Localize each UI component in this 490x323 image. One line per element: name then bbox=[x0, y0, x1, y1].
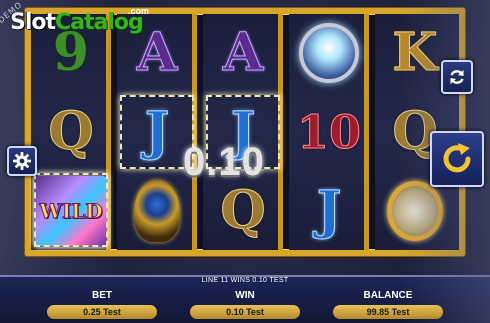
logo-word-slot: Slot bbox=[10, 10, 56, 35]
reel-symbol: 10 bbox=[289, 93, 369, 171]
win-label: WIN bbox=[235, 290, 255, 301]
bet-panel[interactable]: BET 0.25 Test bbox=[37, 290, 167, 319]
reel-symbol: J bbox=[289, 172, 369, 250]
reel-symbol: A bbox=[203, 14, 283, 92]
site-logo: SlotCatalog .com bbox=[10, 6, 149, 35]
reel-symbol bbox=[289, 14, 369, 92]
settings-button[interactable] bbox=[7, 146, 37, 176]
symbol-ten: 10 bbox=[296, 105, 361, 159]
bet-label: BET bbox=[92, 290, 112, 301]
bet-value[interactable]: 0.25 Test bbox=[47, 305, 157, 319]
win-highlight-box bbox=[34, 173, 108, 247]
peacock-feather-icon bbox=[134, 180, 180, 242]
slot-game-stage: DEMO SlotCatalog .com 9 Q WILD A J A J Q… bbox=[0, 0, 490, 323]
win-value: 0.10 Test bbox=[190, 305, 300, 319]
win-panel: WIN 0.10 Test bbox=[180, 290, 310, 319]
symbol-queen: Q bbox=[48, 101, 94, 162]
balance-label: BALANCE bbox=[363, 290, 413, 301]
win-amount-overlay: 0.10 bbox=[183, 140, 265, 184]
logo-domain: .com bbox=[128, 6, 150, 16]
balance-panel: BALANCE 99.85 Test bbox=[323, 290, 453, 319]
spin-button[interactable] bbox=[430, 131, 484, 187]
diamond-ring-icon bbox=[299, 23, 359, 83]
symbol-queen: Q bbox=[220, 180, 266, 241]
symbol-ace: A bbox=[222, 22, 264, 83]
balance-value: 99.85 Test bbox=[333, 305, 443, 319]
line-win-info: LINE 11 WINS 0.10 TEST bbox=[201, 277, 289, 284]
refresh-icon bbox=[450, 70, 464, 84]
spin-arrow-icon bbox=[443, 143, 471, 173]
symbol-jack: J bbox=[316, 180, 342, 241]
symbol-king: K bbox=[392, 22, 438, 83]
reel-symbol: Q bbox=[31, 93, 111, 171]
gear-icon bbox=[13, 152, 31, 170]
reel-frame: 9 Q WILD A J A J Q 10 J K Q bbox=[25, 8, 465, 256]
autoplay-button[interactable] bbox=[441, 60, 473, 94]
reel-4: 10 J bbox=[289, 14, 369, 250]
gold-watch-icon bbox=[387, 181, 443, 241]
